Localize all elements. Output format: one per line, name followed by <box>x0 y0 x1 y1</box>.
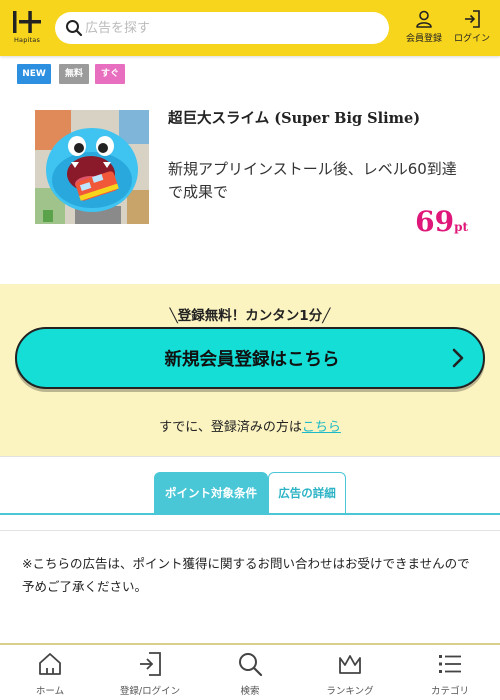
signup-button[interactable]: 新規会員登録はこちら <box>15 327 485 389</box>
inquiry-notice: ※こちらの広告は、ポイント獲得に関するお問い合わせはお受けできませんので予めご了… <box>22 556 470 594</box>
points-unit: pt <box>454 220 468 234</box>
ad-title[interactable]: 超巨大スライム (Super Big Slime) <box>168 107 478 128</box>
search-box[interactable] <box>55 12 389 44</box>
signup-section: ╲登録無料！カンタン1分╱ 新規会員登録はこちら すでに、登録済みの方はこちら <box>0 284 500 456</box>
logo-text: Hapitas <box>13 36 41 44</box>
already-registered: すでに、登録済みの方はこちら <box>0 416 500 435</box>
list-icon <box>439 655 461 673</box>
logo-mark-icon <box>13 11 41 33</box>
nav-category-label: カテゴリ <box>430 686 469 697</box>
nav-search[interactable]: 検索 <box>200 651 300 697</box>
chevron-right-icon <box>452 348 464 368</box>
crown-icon <box>339 655 361 674</box>
badge-free: 無料 <box>59 64 89 84</box>
nav-home[interactable]: ホーム <box>0 651 100 697</box>
search-input[interactable] <box>85 16 375 40</box>
ad-app-image[interactable] <box>35 110 149 224</box>
search-icon <box>66 20 83 37</box>
hapitas-logo[interactable]: Hapitas <box>12 10 42 44</box>
register-button[interactable]: 会員登録 <box>400 10 448 46</box>
already-registered-link[interactable]: こちら <box>302 420 341 435</box>
login-button[interactable]: ログイン <box>448 10 496 46</box>
signup-catchphrase: ╲登録無料！カンタン1分╱ <box>169 308 331 324</box>
already-registered-text: すでに、登録済みの方は <box>159 420 302 435</box>
nav-register-login-label: 登録/ログイン <box>119 686 181 697</box>
ad-points: 69pt <box>415 205 468 238</box>
nav-register-login[interactable]: 登録/ログイン <box>100 651 200 697</box>
register-label: 会員登録 <box>405 34 442 44</box>
search-icon <box>239 653 263 677</box>
badge-new: NEW <box>17 64 51 84</box>
ad-description: 新規アプリインストール後、レベル60到達で成果で <box>168 160 457 201</box>
tab-underline <box>0 513 500 515</box>
nav-home-label: ホーム <box>35 686 65 697</box>
login-icon <box>140 652 161 676</box>
points-value: 69 <box>415 205 455 238</box>
divider <box>0 456 500 457</box>
user-icon <box>416 10 432 28</box>
divider <box>0 530 500 531</box>
nav-category[interactable]: カテゴリ <box>400 651 500 697</box>
login-label: ログイン <box>453 34 490 44</box>
nav-ranking[interactable]: ランキング <box>300 651 400 697</box>
badge-instant: すぐ <box>95 64 125 84</box>
signup-button-label: 新規会員登録はこちら <box>164 350 340 370</box>
home-icon <box>39 653 61 675</box>
nav-search-label: 検索 <box>240 686 260 697</box>
nav-ranking-label: ランキング <box>326 686 374 697</box>
tab-ad-details[interactable]: 広告の詳細 <box>268 472 346 514</box>
bottom-nav: ホーム 登録/ログイン 検索 ランキング カテゴリ <box>0 643 500 700</box>
login-icon <box>465 10 480 28</box>
header-bar: Hapitas 会員登録 ログイン <box>0 0 500 56</box>
tab-point-conditions[interactable]: ポイント対象条件 <box>154 472 268 514</box>
